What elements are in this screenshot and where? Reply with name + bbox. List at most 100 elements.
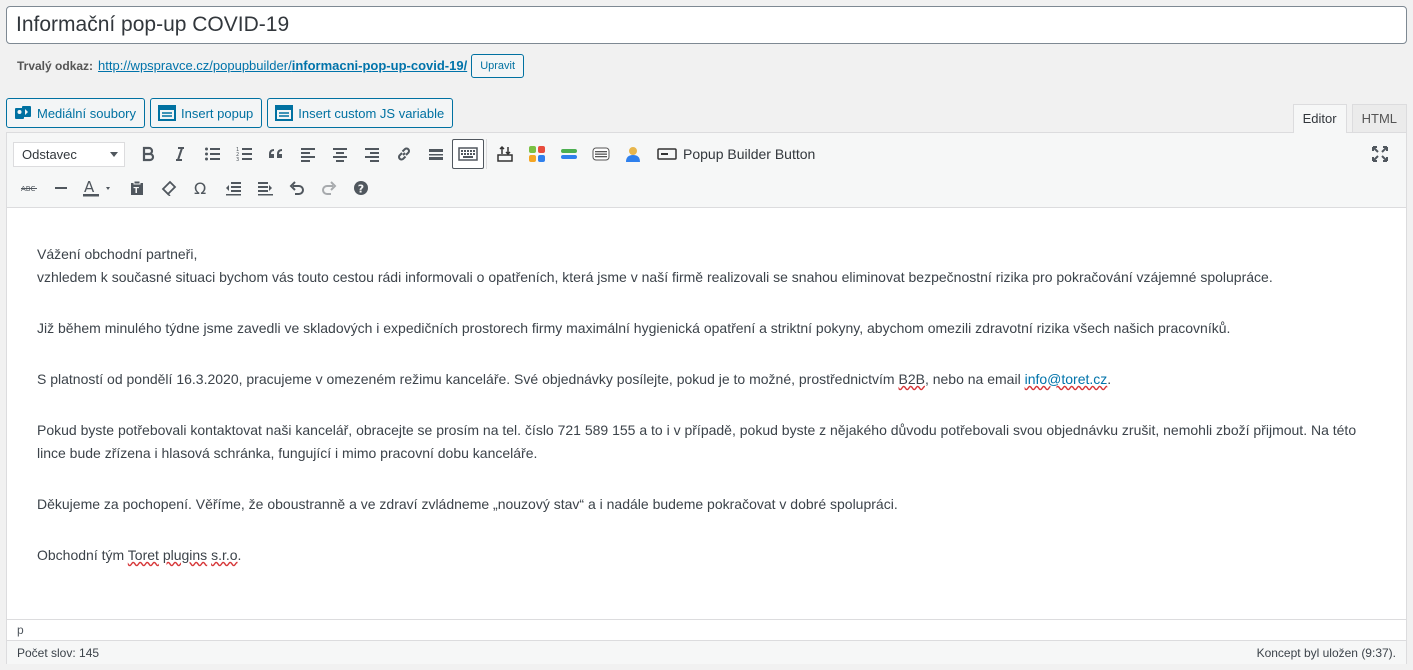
italic-icon — [176, 147, 184, 161]
numbered-list-icon: 123 — [236, 147, 252, 162]
email-link[interactable]: info@toret.cz — [1025, 371, 1108, 387]
permalink-link[interactable]: http://wpspravce.cz/popupbuilder/informa… — [98, 58, 467, 73]
user-lock-icon — [626, 147, 640, 162]
tab-html[interactable]: HTML — [1351, 104, 1407, 132]
permalink-base: http://wpspravce.cz/popupbuilder/ — [98, 58, 292, 73]
indent-icon — [258, 182, 273, 196]
bold-icon — [142, 146, 155, 162]
align-right-button[interactable] — [356, 139, 388, 169]
color-grid-icon — [529, 146, 545, 162]
b2b-text: B2B — [898, 371, 925, 387]
edit-permalink-button[interactable]: Upravit — [471, 53, 525, 78]
button-shape-icon — [657, 148, 677, 160]
paragraph-1-text: vzhledem k současné situaci bychom vás t… — [37, 269, 1273, 285]
fullscreen-button[interactable] — [1364, 139, 1396, 169]
strikethrough-button[interactable]: ABC — [13, 173, 45, 203]
paragraph: Pokud byste potřebovali kontaktovat naši… — [37, 422, 1357, 461]
paragraph: Vážení obchodní partneři, vzhledem k souč… — [37, 243, 1376, 289]
svg-text:?: ? — [358, 183, 364, 196]
read-more-button[interactable] — [420, 139, 452, 169]
insert-popup-button[interactable]: Insert popup — [150, 98, 263, 128]
svg-text:T: T — [134, 186, 140, 195]
redo-icon — [322, 181, 337, 195]
autosave-status: Koncept byl uložen (9:37). — [1256, 645, 1396, 660]
paragraph: Děkujeme za pochopení. Věříme, že oboust… — [37, 496, 898, 512]
popup-list-button[interactable] — [585, 139, 617, 169]
keyboard-shortcuts-button[interactable]: ? — [345, 173, 377, 203]
fullscreen-icon — [1372, 146, 1388, 162]
signature-plugins: plugins — [162, 547, 208, 563]
special-character-button[interactable]: Ω — [185, 173, 217, 203]
eraser-icon — [161, 180, 177, 196]
popup-builder-button[interactable]: Popup Builder Button — [657, 139, 815, 169]
link-icon — [398, 147, 410, 161]
tab-visual-editor[interactable]: Editor — [1292, 104, 1347, 133]
bullet-list-button[interactable] — [196, 139, 228, 169]
paste-text-button[interactable]: T — [121, 173, 153, 203]
add-media-label: Mediální soubory — [37, 105, 136, 121]
horizontal-line-button[interactable] — [45, 173, 77, 203]
strikethrough-icon: ABC — [21, 185, 37, 193]
paragraph: Již během minulého týdne jsme zavedli ve… — [37, 320, 1231, 336]
toolbar-separator — [486, 139, 487, 169]
paragraph-3-end: . — [1107, 371, 1112, 387]
popup-table-icon — [275, 105, 294, 121]
chevron-down-icon — [110, 151, 118, 157]
signature-sro: s.r.o — [211, 547, 238, 563]
post-title-input[interactable] — [6, 6, 1407, 44]
svg-text:A: A — [84, 179, 95, 196]
editor-status-bar: Počet slov: 145 Koncept byl uložen (9:37… — [7, 640, 1406, 664]
horizontal-line-icon — [55, 187, 67, 189]
popup-grid-button[interactable] — [521, 139, 553, 169]
quote-icon — [269, 149, 282, 158]
text-color-button[interactable]: A — [77, 173, 121, 203]
toolbar-toggle-button[interactable] — [452, 139, 484, 169]
help-icon: ? — [354, 181, 368, 196]
bold-button[interactable] — [132, 139, 164, 169]
bullet-list-icon — [205, 147, 220, 161]
popup-bars-button[interactable] — [553, 139, 585, 169]
permalink-row: Trvalý odkaz: http://wpspravce.cz/popupb… — [17, 53, 525, 78]
email-link-text: info@toret.cz — [1024, 371, 1108, 387]
svg-text:Ω: Ω — [194, 180, 206, 196]
clear-formatting-button[interactable] — [153, 173, 185, 203]
popup-builder-button-label: Popup Builder Button — [683, 146, 816, 162]
italic-button[interactable] — [164, 139, 196, 169]
indent-button[interactable] — [249, 173, 281, 203]
media-buttons: Mediální soubory Insert popup Insert cus… — [6, 98, 454, 128]
signature-toret: Toret — [127, 547, 159, 563]
align-center-button[interactable] — [324, 139, 356, 169]
numbered-list-button[interactable]: 123 — [228, 139, 260, 169]
clipboard-icon: T — [131, 180, 143, 195]
align-left-icon — [301, 148, 315, 162]
keyboard-icon — [458, 147, 478, 161]
blockquote-button[interactable] — [260, 139, 292, 169]
popup-insert-button[interactable] — [489, 139, 521, 169]
redo-button[interactable] — [313, 173, 345, 203]
outdent-button[interactable] — [217, 173, 249, 203]
paragraph: S platností od pondělí 16.3.2020, pracuj… — [37, 368, 1376, 391]
media-icon — [14, 104, 32, 122]
list-box-icon — [592, 147, 610, 161]
editor-content[interactable]: Vážení obchodní partneři, vzhledem k souč… — [7, 209, 1406, 619]
add-media-button[interactable]: Mediální soubory — [6, 98, 145, 128]
insert-js-variable-label: Insert custom JS variable — [298, 105, 445, 121]
format-select[interactable]: Odstavec — [13, 141, 125, 167]
permalink-label: Trvalý odkaz: — [17, 58, 94, 73]
insert-js-variable-button[interactable]: Insert custom JS variable — [267, 98, 454, 128]
align-left-button[interactable] — [292, 139, 324, 169]
undo-icon — [289, 181, 304, 195]
read-more-icon — [429, 149, 443, 160]
editor-toolbar: Odstavec 123 Popup Builder Button A T Ω … — [7, 133, 1406, 208]
signature-start: Obchodní tým — [37, 547, 128, 563]
svg-text:3: 3 — [236, 157, 239, 162]
element-path[interactable]: p — [7, 619, 1406, 640]
undo-button[interactable] — [281, 173, 313, 203]
insert-link-button[interactable] — [388, 139, 420, 169]
editor-container: Odstavec 123 Popup Builder Button A T Ω … — [6, 132, 1407, 664]
editor-tabs: Editor HTML — [1292, 104, 1407, 133]
omega-icon: Ω — [194, 180, 206, 196]
format-select-value: Odstavec — [22, 146, 77, 162]
stacked-bars-icon — [561, 149, 577, 159]
popup-user-button[interactable] — [617, 139, 649, 169]
